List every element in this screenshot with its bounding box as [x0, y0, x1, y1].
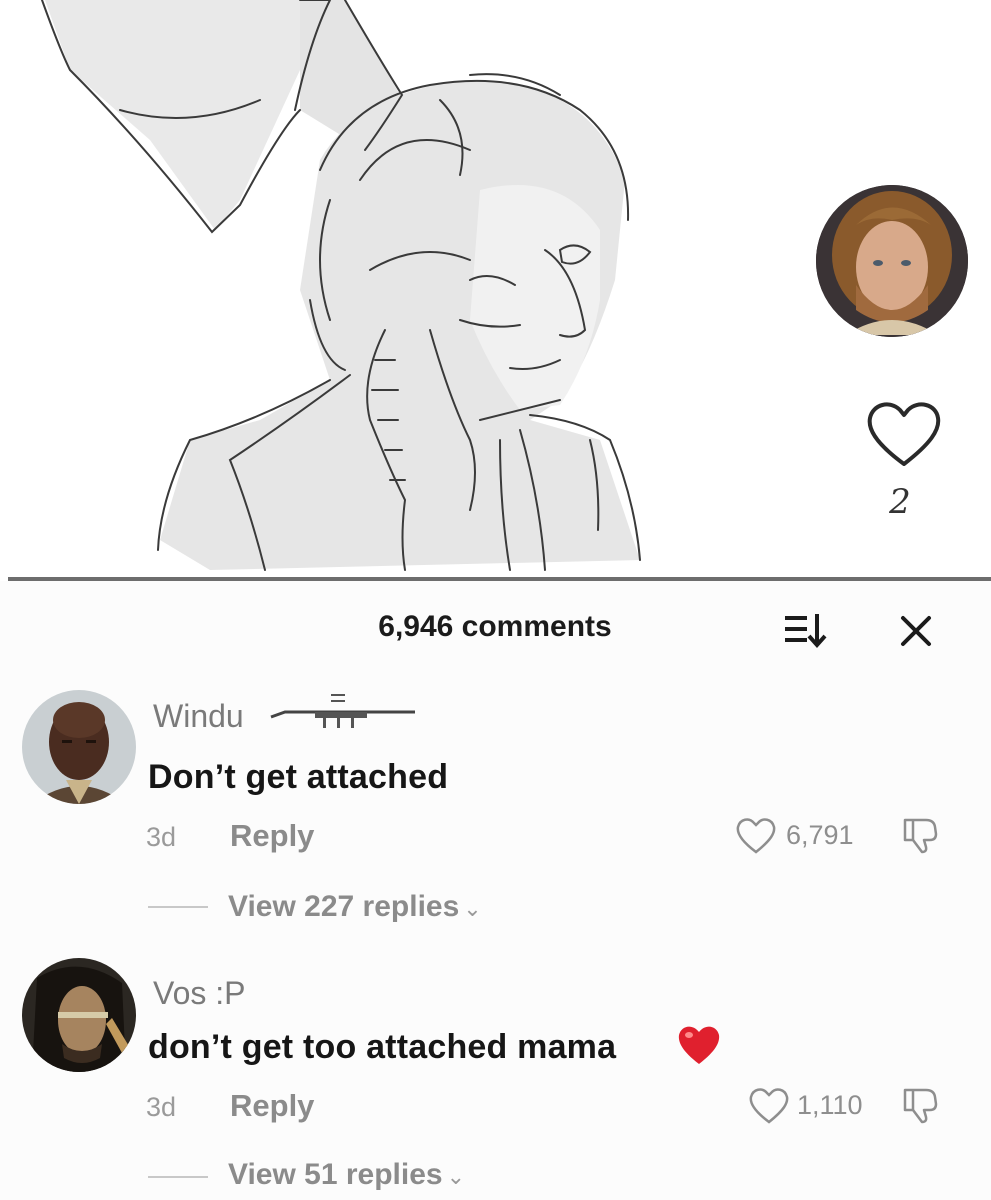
view-replies-label: View 227 replies [228, 890, 460, 923]
view-replies-button[interactable]: View 51 replies ⌄ [228, 1158, 465, 1192]
view-replies-button[interactable]: View 227 replies ⌄ [228, 890, 482, 924]
comment-avatar-windu[interactable] [22, 690, 136, 804]
post-like-button[interactable] [864, 398, 944, 470]
comments-count-title: 6,946 comments [378, 610, 612, 643]
red-heart-emoji [676, 1022, 722, 1068]
comment-like-count: 6,791 [786, 820, 854, 850]
view-replies-label: View 51 replies [228, 1158, 443, 1191]
comment-text: don’t get too attached mama [148, 1028, 617, 1066]
replies-divider [148, 906, 208, 908]
comment-text: Don’t get attached [148, 758, 449, 796]
creator-avatar-image [816, 185, 968, 337]
lightsaber-icon [265, 690, 415, 735]
comment-username[interactable]: Vos :P [153, 975, 246, 1012]
heart-outline-icon [867, 402, 941, 466]
replies-divider [148, 1176, 208, 1178]
dislike-icon[interactable] [900, 814, 942, 856]
chevron-down-icon: ⌄ [463, 896, 482, 921]
chevron-down-icon: ⌄ [446, 1164, 466, 1189]
close-icon[interactable] [895, 610, 937, 652]
reply-button[interactable]: Reply [230, 818, 314, 854]
heart-outline-icon[interactable] [748, 1086, 790, 1126]
comment-avatar-vos[interactable] [22, 958, 136, 1072]
creator-avatar[interactable] [816, 185, 968, 337]
heart-outline-icon[interactable] [735, 816, 777, 856]
sort-icon[interactable] [783, 610, 829, 650]
comment-username[interactable]: Windu [153, 698, 244, 735]
dislike-icon[interactable] [900, 1084, 942, 1126]
reply-button[interactable]: Reply [230, 1088, 314, 1124]
post-like-count: 2 [889, 482, 911, 522]
comment-age: 3d [146, 1092, 177, 1122]
comment-like-count: 1,110 [797, 1090, 863, 1120]
comment-age: 3d [146, 822, 177, 852]
